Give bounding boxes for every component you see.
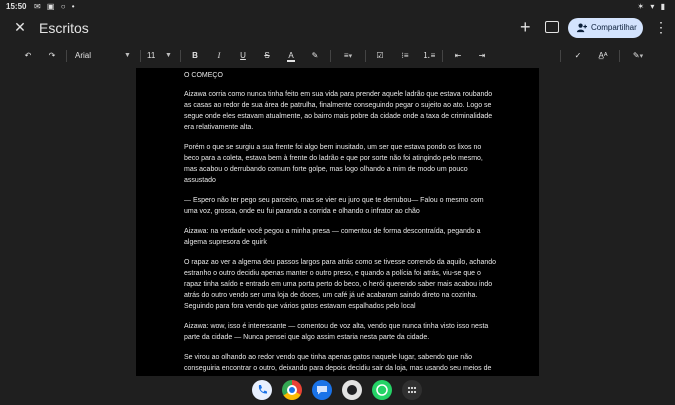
app-drawer-icon[interactable] [402, 380, 422, 400]
numbered-list-icon[interactable]: ⒈≡ [422, 48, 436, 64]
paragraph: Aizawa corria como nunca tinha feito em … [184, 91, 493, 131]
chrome-inner-ring [287, 385, 297, 395]
paragraph: Porém o que se surgiu a sua frente foi a… [184, 144, 483, 184]
increase-indent-icon[interactable]: ⇥ [475, 48, 489, 64]
bulleted-list-icon[interactable]: ⁝≡ [398, 48, 412, 64]
system-icons: ✶ ▾ ▮ [637, 2, 667, 11]
spellcheck-icon[interactable]: ✓ [571, 48, 585, 64]
share-button-label: Compartilhar [591, 23, 637, 32]
taskbar [0, 376, 675, 405]
toolbar-divider [330, 50, 331, 62]
toolbar-divider [140, 50, 141, 62]
chevron-down-icon: ▼ [124, 52, 131, 59]
toolbar-divider [66, 50, 67, 62]
paragraph: Se virou ao olhando ao redor vendo que t… [184, 354, 492, 372]
align-left-icon[interactable]: ≡▾ [338, 48, 358, 64]
redo-icon[interactable]: ↷ [45, 48, 59, 64]
toolbar-divider [442, 50, 443, 62]
document-heading: O COMEÇO [184, 72, 223, 79]
camera-app-icon[interactable] [342, 380, 362, 400]
whatsapp-icon [376, 384, 388, 396]
share-button[interactable]: Compartilhar [568, 18, 643, 38]
paragraph: O rapaz ao ver a algema deu passos largo… [184, 259, 497, 310]
font-size-select[interactable]: 11 ▼ [147, 48, 175, 64]
document-page[interactable]: O COMEÇO Aizawa corria como nunca tinha … [136, 68, 539, 376]
status-bar: 15:50 ✉ ▣ ○ • ✶ ▾ ▮ [0, 0, 675, 14]
chevron-down-icon: ▼ [165, 52, 172, 59]
phone-app-icon[interactable] [252, 380, 272, 400]
font-select-value: Arial [75, 51, 92, 60]
more-options-icon[interactable]: ⋮ [654, 18, 668, 36]
highlight-icon[interactable]: ✎ [308, 48, 322, 64]
toolbar-divider [619, 50, 620, 62]
decrease-indent-icon[interactable]: ⇤ [451, 48, 465, 64]
font-select[interactable]: Arial ▼ [75, 48, 135, 64]
bold-icon[interactable]: B [188, 48, 202, 64]
font-size-value: 11 [147, 51, 156, 60]
formatting-toolbar: ↶ ↷ Arial ▼ 11 ▼ B I U S A ✎ ≡▾ ☑ ⁝≡ ⒈≡ … [0, 44, 675, 68]
strikethrough-icon[interactable]: S [260, 48, 274, 64]
add-icon[interactable]: + [520, 18, 531, 36]
document-area[interactable]: O COMEÇO Aizawa corria como nunca tinha … [0, 68, 675, 376]
undo-icon[interactable]: ↶ [21, 48, 35, 64]
checklist-icon[interactable]: ☑ [373, 48, 387, 64]
paragraph: — Espero não ter pego seu parceiro, mas … [184, 197, 484, 215]
close-icon[interactable]: ✕ [12, 19, 28, 35]
notification-icons: ✉ ▣ ○ • [34, 2, 77, 11]
add-person-icon [576, 23, 587, 33]
app-bar: ✕ Escritos + Compartilhar ⋮ [0, 14, 675, 44]
grid-dots-icon [407, 386, 417, 394]
underline-icon[interactable]: U [236, 48, 250, 64]
status-time: 15:50 [6, 2, 27, 11]
camera-lens-icon [347, 385, 357, 395]
document-body[interactable]: O COMEÇO Aizawa corria como nunca tinha … [184, 70, 497, 376]
document-title[interactable]: Escritos [39, 20, 89, 36]
chrome-app-icon[interactable] [282, 380, 302, 400]
comment-icon[interactable] [545, 21, 559, 33]
whatsapp-app-icon[interactable] [372, 380, 392, 400]
paragraph: Aizawa: wow, isso é interessante — comen… [184, 323, 489, 341]
toolbar-divider [365, 50, 366, 62]
phone-icon [258, 385, 267, 394]
italic-icon[interactable]: I [212, 48, 226, 64]
text-format-icon[interactable]: A̲ᴬ [596, 48, 610, 64]
paragraph: Aizawa: na verdade você pegou a minha pr… [184, 228, 481, 246]
messages-app-icon[interactable] [312, 380, 332, 400]
toolbar-divider [560, 50, 561, 62]
message-bubble-icon [317, 386, 327, 395]
chrome-center-icon [289, 387, 295, 393]
toolbar-divider [180, 50, 181, 62]
edit-mode-icon[interactable]: ✎▾ [628, 48, 648, 64]
text-color-icon[interactable]: A [284, 48, 298, 64]
